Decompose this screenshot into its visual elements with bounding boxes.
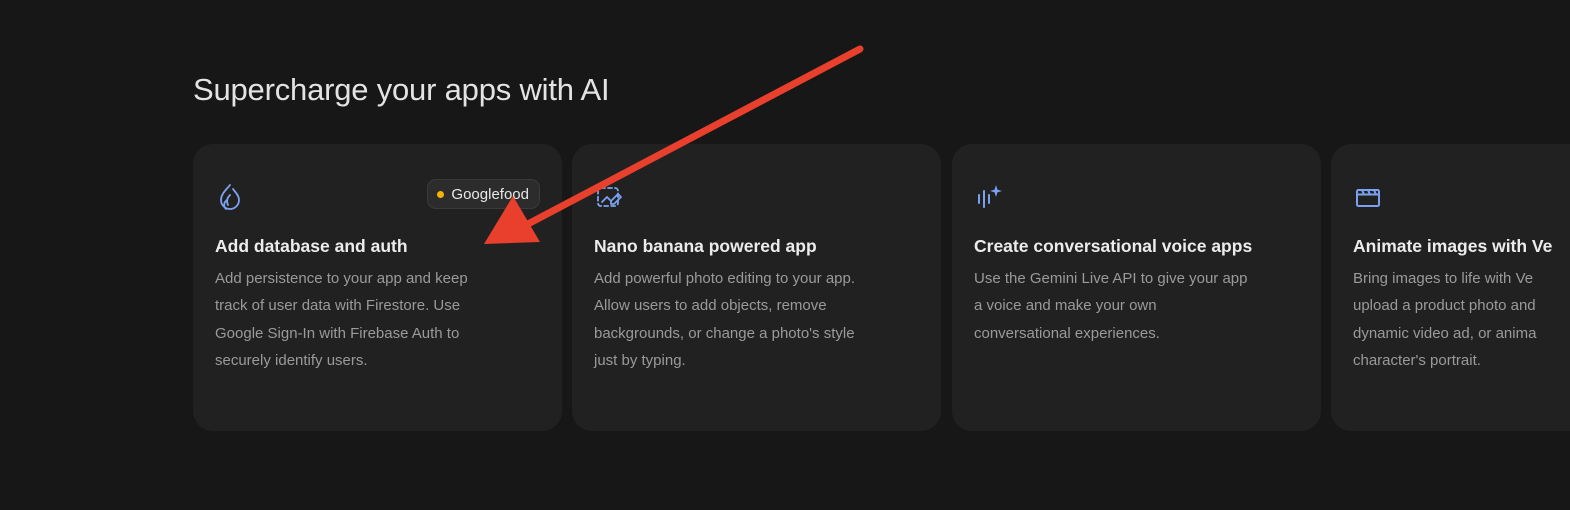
- card-title: Add database and auth: [215, 236, 408, 256]
- photo-edit-icon: [594, 182, 624, 212]
- card-description-line: Add powerful photo editing to your app.: [594, 270, 856, 287]
- card-description: Add persistence to your app and keep tra…: [215, 265, 515, 375]
- badge-label: Googlefood: [451, 185, 529, 203]
- firebase-flame-icon: [215, 182, 245, 212]
- card-description-line: just by typing.: [594, 352, 686, 370]
- clapperboard-icon: [1353, 182, 1383, 212]
- card-create-conversational-voice-apps[interactable]: Create conversational voice apps Use the…: [952, 144, 1321, 431]
- card-title: Animate images with Ve: [1353, 236, 1553, 256]
- card-description-line: Add persistence to your app and keep: [215, 270, 468, 287]
- card-description-line: Bring images to life with Ve: [1353, 270, 1534, 287]
- googlefood-badge: Googlefood: [427, 179, 540, 209]
- section-title: Supercharge your apps with AI: [193, 72, 610, 107]
- card-description-line: Allow users to add objects, remove: [594, 297, 827, 315]
- card-title: Create conversational voice apps: [974, 236, 1253, 256]
- card-description-line: upload a product photo and: [1353, 297, 1536, 315]
- voice-sparkle-icon: [974, 182, 1004, 212]
- card-description-line: securely identify users.: [215, 352, 368, 370]
- card-description-line: a voice and make your own: [974, 297, 1157, 315]
- card-animate-images[interactable]: Animate images with Ve Bring images to l…: [1331, 144, 1570, 431]
- page: Supercharge your apps with AI Googlefood…: [0, 0, 1570, 510]
- card-description-line: dynamic video ad, or anima: [1353, 324, 1537, 342]
- card-title: Nano banana powered app: [594, 236, 817, 256]
- card-add-database-and-auth[interactable]: Googlefood Add database and auth Add per…: [193, 144, 562, 431]
- card-description-line: conversational experiences.: [974, 324, 1160, 342]
- card-description-line: Google Sign-In with Firebase Auth to: [215, 324, 460, 342]
- card-description-line: character's portrait.: [1353, 352, 1481, 370]
- card-description-line: track of user data with Firestore. Use: [215, 297, 461, 315]
- card-description: Bring images to life with Ve upload a pr…: [1353, 265, 1570, 375]
- card-description-line: backgrounds, or change a photo's style: [594, 324, 855, 342]
- card-nano-banana-powered-app[interactable]: Nano banana powered app Add powerful pho…: [572, 144, 941, 431]
- card-description: Use the Gemini Live API to give your app…: [974, 265, 1274, 347]
- status-dot: [437, 190, 445, 198]
- card-description: Add powerful photo editing to your app. …: [594, 265, 894, 375]
- card-description-line: Use the Gemini Live API to give your app: [974, 270, 1248, 287]
